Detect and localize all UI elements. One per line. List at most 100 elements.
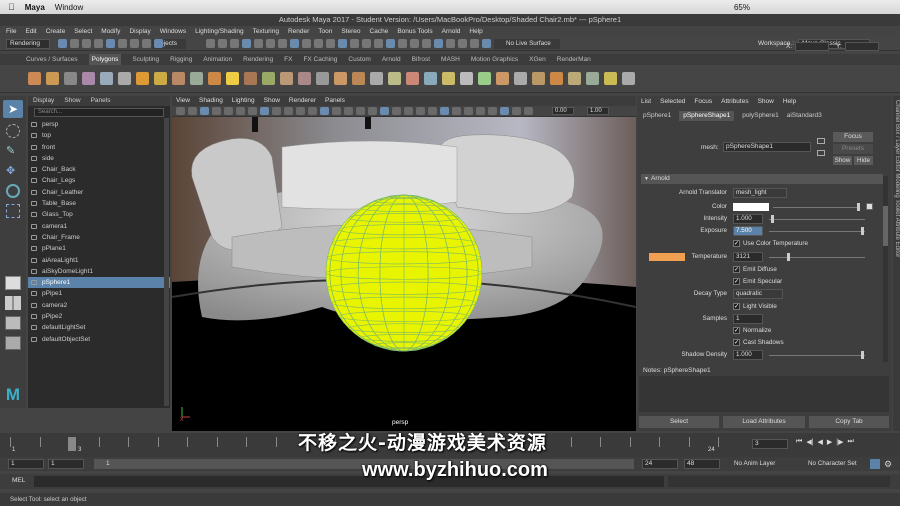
viewport-tool-icon[interactable]	[380, 107, 389, 115]
status-tool-icon[interactable]	[410, 39, 419, 48]
viewport-tool-icon[interactable]	[272, 107, 281, 115]
status-tool-icon[interactable]	[94, 39, 103, 48]
menu-modify[interactable]: Modify	[101, 28, 120, 35]
color-slider-knob[interactable]	[857, 203, 860, 211]
viewport-tool-icon[interactable]	[500, 107, 509, 115]
shelf-tool-icon[interactable]	[352, 72, 365, 85]
status-tool-icon[interactable]	[142, 39, 151, 48]
shadow-density-slider-knob[interactable]	[861, 351, 864, 359]
viewport-tool-icon[interactable]	[188, 107, 197, 115]
outliner-item-defaultlightset[interactable]: defaultLightSet	[28, 322, 170, 333]
end-time-field[interactable]: 48	[684, 459, 720, 469]
shelf-tab-arnold[interactable]: Arnold	[382, 54, 401, 65]
status-tool-icon[interactable]	[482, 39, 491, 48]
shelf-tool-icon[interactable]	[478, 72, 491, 85]
outliner-item-aiskydomelight1[interactable]: aiSkyDomeLight1	[28, 266, 170, 277]
shadow-density-field[interactable]: 1.000	[733, 350, 763, 360]
focus-button[interactable]: Focus	[833, 132, 873, 142]
outliner-item-ppipe2[interactable]: pPipe2	[28, 311, 170, 322]
current-time-marker[interactable]	[68, 437, 76, 451]
viewport-tool-icon[interactable]	[260, 107, 269, 115]
arnold-translator-dropdown[interactable]: mesh_light	[733, 188, 787, 198]
side-panel-tabs[interactable]: Channel Box / Layer Editor Modeling Tool…	[893, 96, 900, 431]
shelf-tab-fx-caching[interactable]: FX Caching	[303, 54, 337, 65]
menu-bonus-tools[interactable]: Bonus Tools	[397, 28, 432, 35]
shelf-tool-icon[interactable]	[46, 72, 59, 85]
select-button[interactable]: Select	[639, 416, 719, 428]
shelf-tool-icon[interactable]	[190, 72, 203, 85]
exposure-field[interactable]: 7.500	[733, 226, 763, 236]
shelf-tool-icon[interactable]	[64, 72, 77, 85]
shelf-tool-icon[interactable]	[370, 72, 383, 85]
select-tool-icon[interactable]: ➤	[3, 100, 23, 118]
outliner-item-chair_leather[interactable]: Chair_Leather	[28, 187, 170, 198]
viewport-tool-icon[interactable]	[488, 107, 497, 115]
outliner-scrollbar[interactable]	[164, 118, 169, 406]
layout-four-icon[interactable]	[5, 296, 21, 310]
x-field[interactable]	[795, 42, 829, 51]
outliner-item-chair_back[interactable]: Chair_Back	[28, 164, 170, 175]
shelf-tool-icon[interactable]	[568, 72, 581, 85]
attr-menu-attributes[interactable]: Attributes	[721, 96, 748, 107]
playback-end-field[interactable]: 24	[642, 459, 678, 469]
samples-field[interactable]: 1	[733, 314, 763, 324]
shelf-tool-icon[interactable]	[100, 72, 113, 85]
shelf-tool-icon[interactable]	[172, 72, 185, 85]
status-tool-icon[interactable]	[106, 39, 115, 48]
attr-menu-selected[interactable]: Selected	[660, 96, 685, 107]
outliner-menu-panels[interactable]: Panels	[91, 96, 111, 106]
shelf-tool-icon[interactable]	[154, 72, 167, 85]
viewport-tool-icon[interactable]	[368, 107, 377, 115]
emit-specular-checkbox[interactable]: ✓	[733, 278, 740, 285]
shelf-tool-icon[interactable]	[388, 72, 401, 85]
status-tool-icon[interactable]	[218, 39, 227, 48]
intensity-field[interactable]: 1.000	[733, 214, 763, 224]
shelf-tool-icon[interactable]	[550, 72, 563, 85]
viewport-menu-show[interactable]: Show	[264, 96, 280, 106]
viewport-tool-icon[interactable]	[440, 107, 449, 115]
shelf-tab-xgen[interactable]: XGen	[529, 54, 546, 65]
attr-menu-help[interactable]: Help	[783, 96, 796, 107]
shelf-tool-icon[interactable]	[118, 72, 131, 85]
shelf-tool-icon[interactable]	[586, 72, 599, 85]
outliner-menu-show[interactable]: Show	[64, 96, 80, 106]
shelf-tool-icon[interactable]	[532, 72, 545, 85]
status-tool-icon[interactable]	[278, 39, 287, 48]
viewport-tool-icon[interactable]	[392, 107, 401, 115]
light-visible-checkbox[interactable]: ✓	[733, 303, 740, 310]
shelf-tool-icon[interactable]	[316, 72, 329, 85]
attribute-scrollbar[interactable]	[883, 176, 888, 362]
status-tool-icon[interactable]	[266, 39, 275, 48]
status-tool-icon[interactable]	[398, 39, 407, 48]
status-tool-icon[interactable]	[446, 39, 455, 48]
preferences-icon[interactable]: ⚙	[884, 459, 894, 469]
shelf-tab-motion-graphics[interactable]: Motion Graphics	[471, 54, 518, 65]
move-tool-icon[interactable]: ✥	[6, 164, 20, 178]
shelf-tab-custom[interactable]: Custom	[348, 54, 370, 65]
color-swatch[interactable]	[733, 203, 769, 211]
viewport-tool-icon[interactable]	[416, 107, 425, 115]
viewport-tool-icon[interactable]	[236, 107, 245, 115]
status-tool-icon[interactable]	[338, 39, 347, 48]
outliner-item-defaultobjectset[interactable]: defaultObjectSet	[28, 334, 170, 345]
outliner-search-field[interactable]: Search...	[34, 108, 164, 117]
shelf-tab-curves---surfaces[interactable]: Curves / Surfaces	[26, 54, 78, 65]
mesh-name-field[interactable]: pSphereShape1	[723, 142, 811, 152]
status-tool-icon[interactable]	[470, 39, 479, 48]
shelf-tab-renderman[interactable]: RenderMan	[557, 54, 591, 65]
status-tool-icon[interactable]	[422, 39, 431, 48]
status-tool-icon[interactable]	[82, 39, 91, 48]
shelf-tool-icon[interactable]	[262, 72, 275, 85]
viewport-tool-icon[interactable]	[452, 107, 461, 115]
menu-select[interactable]: Select	[74, 28, 92, 35]
outliner-item-table_base[interactable]: Table_Base	[28, 198, 170, 209]
notes-field[interactable]	[639, 376, 889, 412]
status-tool-icon[interactable]	[374, 39, 383, 48]
shelf-tool-icon[interactable]	[442, 72, 455, 85]
status-tool-icon[interactable]	[230, 39, 239, 48]
color-map-button[interactable]	[866, 203, 873, 210]
shelf-tab-polygons[interactable]: Polygons	[88, 54, 122, 65]
viewport-tool-icon[interactable]	[344, 107, 353, 115]
attr-menu-show[interactable]: Show	[758, 96, 774, 107]
outliner-item-chair_frame[interactable]: Chair_Frame	[28, 232, 170, 243]
